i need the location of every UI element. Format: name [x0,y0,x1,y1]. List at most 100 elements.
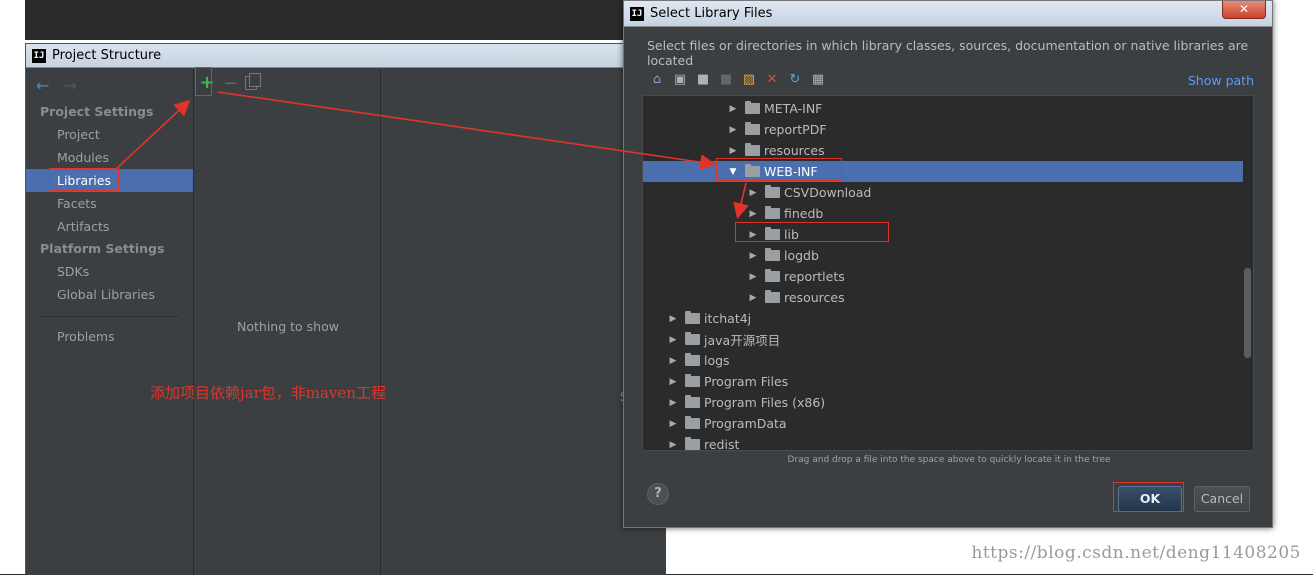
collapsed-arrow-icon[interactable]: ▶ [665,356,681,366]
select-library-files-dialog: IJ Select Library Files ✕ Select files o… [623,0,1273,528]
sidebar-divider [40,316,179,317]
folder-icon [685,395,700,408]
copy-icon[interactable] [245,73,261,90]
libraries-toolbar: + − [195,69,380,97]
tree-row[interactable]: ▶ logs [643,350,1253,371]
folder-icon [685,437,700,450]
sidebar-item-problems[interactable]: Problems [26,325,193,348]
new-folder-icon[interactable]: ▨ [741,72,757,88]
nav-toolbar: ← → [26,69,193,101]
folder-icon [765,248,780,261]
tree-row[interactable]: ▶ finedb [643,203,1253,224]
tree-row-label: resources [784,290,845,305]
collapsed-arrow-icon[interactable]: ▶ [725,104,741,114]
tree-row[interactable]: ▶ resources [643,287,1253,308]
collapsed-arrow-icon[interactable]: ▶ [745,251,761,261]
annotation-text: 添加项目依赖jar包，非maven工程 [150,384,386,402]
close-button[interactable]: ✕ [1222,1,1266,19]
folder-icon [765,206,780,219]
project-structure-titlebar[interactable]: IJ Project Structure [26,44,664,68]
delete-icon[interactable]: ✕ [764,72,780,88]
tree-row[interactable]: ▶ itchat4j [643,308,1253,329]
tree-row-label: Program Files [704,374,789,389]
sidebar-item-sdks[interactable]: SDKs [26,260,193,283]
collapsed-arrow-icon[interactable]: ▶ [745,293,761,303]
empty-state-text: Nothing to show [237,319,339,334]
dialog-title: Select Library Files [650,6,773,21]
help-button[interactable]: ? [647,483,669,505]
collapsed-arrow-icon[interactable]: ▶ [665,335,681,345]
settings-sidebar: ← → Project Settings Project Modules Librar… [26,69,194,575]
tree-row-label: Program Files (x86) [704,395,826,410]
sidebar-item-artifacts[interactable]: Artifacts [26,215,193,238]
collapsed-arrow-icon[interactable]: ▶ [665,314,681,324]
sidebar-item-global-libraries[interactable]: Global Libraries [26,283,193,306]
tree-row-label: itchat4j [704,311,752,326]
tree-row[interactable]: ▶ reportlets [643,266,1253,287]
collapsed-arrow-icon[interactable]: ▶ [725,146,741,156]
folder-icon [685,416,700,429]
show-path-link[interactable]: Show path [1188,73,1254,88]
tree-row[interactable]: ▶ CSVDownload [643,182,1253,203]
dialog-titlebar[interactable]: IJ Select Library Files ✕ [624,1,1272,27]
sidebar-sections: Project Settings Project Modules Libraries F… [26,101,193,306]
tree-row[interactable]: ▶ Program Files (x86) [643,392,1253,413]
collapsed-arrow-icon[interactable]: ▶ [725,125,741,135]
forward-arrow-icon[interactable]: → [63,76,76,95]
tree-row-label: redist [704,437,740,451]
tree-scrollbar[interactable] [1243,96,1253,450]
desktop-icon[interactable]: ▣ [672,72,688,88]
folder-icon [685,374,700,387]
sidebar-item-facets[interactable]: Facets [26,192,193,215]
highlight-lib-folder [735,222,889,242]
sidebar-section-heading: Platform Settings [40,241,165,256]
libraries-list-panel: + − Nothing to show [195,69,381,575]
folder-icon [685,311,700,324]
sidebar-section-heading: Project Settings [40,104,154,119]
folder-icon [745,122,760,135]
minus-icon[interactable]: − [223,73,238,94]
project-structure-window: IJ Project Structure ← → Project Setting… [25,43,666,575]
tree-row[interactable]: ▶ logdb [643,245,1253,266]
collapsed-arrow-icon[interactable]: ▶ [665,419,681,429]
drag-drop-hint: Drag and drop a file into the space abov… [787,455,1111,465]
highlight-web-inf [716,158,842,181]
tree-row[interactable]: ▶ Program Files [643,371,1253,392]
tree-row-label: reportlets [784,269,845,284]
back-arrow-icon[interactable]: ← [36,76,49,95]
collapsed-arrow-icon[interactable]: ▶ [745,209,761,219]
file-tree[interactable]: ▶ redist ▶ ProgramData ▶ Program Files (x86) ▶… [642,95,1254,451]
collapsed-arrow-icon[interactable]: ▶ [745,188,761,198]
folder-icon [765,290,780,303]
tree-row-label: CSVDownload [784,185,872,200]
sidebar-item-modules[interactable]: Modules [26,146,193,169]
tree-row-label: finedb [784,206,824,221]
folder-icon [745,101,760,114]
tree-row[interactable]: ▶ reportPDF [643,119,1253,140]
home-icon[interactable]: ⌂ [649,72,665,88]
module-folder-icon[interactable]: ■ [718,72,734,88]
tree-row-label: ProgramData [704,416,787,431]
collapsed-arrow-icon[interactable]: ▶ [665,377,681,387]
dialog-description: Select files or directories in which lib… [647,38,1249,68]
file-chooser-toolbar: ⌂ ▣ ■ ■ ▨ ✕ ↻ ▦ [649,69,826,91]
tree-row[interactable]: ▶ java开源项目 [643,329,1253,350]
tree-row[interactable]: ▶ ProgramData [643,413,1253,434]
tree-row[interactable]: ▶ META-INF [643,98,1253,119]
cancel-button[interactable]: Cancel [1194,486,1250,512]
show-hidden-icon[interactable]: ▦ [810,72,826,88]
sidebar-item-project[interactable]: Project [26,123,193,146]
intellij-logo-icon: IJ [32,48,46,63]
project-folder-icon[interactable]: ■ [695,72,711,88]
folder-icon [685,353,700,366]
tree-scrollbar-thumb[interactable] [1244,268,1251,358]
highlight-ok-button [1113,482,1184,512]
collapsed-arrow-icon[interactable]: ▶ [665,440,681,450]
intellij-logo-icon: IJ [630,6,644,21]
tree-row-label: java开源项目 [704,333,781,348]
collapsed-arrow-icon[interactable]: ▶ [745,272,761,282]
tree-row[interactable]: ▶ redist [643,434,1253,451]
folder-icon [765,269,780,282]
refresh-icon[interactable]: ↻ [787,72,803,88]
collapsed-arrow-icon[interactable]: ▶ [665,398,681,408]
